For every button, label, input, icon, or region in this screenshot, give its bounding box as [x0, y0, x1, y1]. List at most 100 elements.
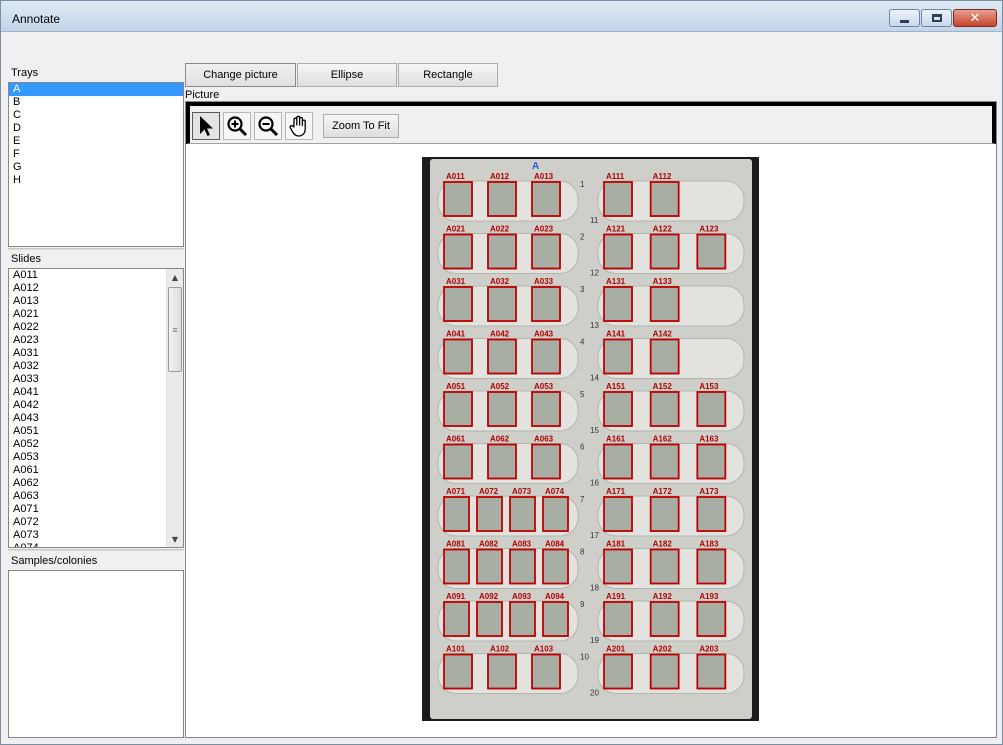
splitter[interactable]	[8, 248, 184, 250]
row-number-label: 13	[590, 321, 599, 330]
tray-item[interactable]: G	[9, 161, 183, 174]
annotation-label: A023	[534, 225, 554, 234]
slide-item[interactable]: A073	[9, 529, 183, 542]
scroll-thumb[interactable]: ≡	[168, 287, 182, 372]
annotation-label: A082	[479, 540, 499, 549]
annotation-label: A081	[446, 540, 466, 549]
slide-item[interactable]: A053	[9, 451, 183, 464]
slide-item[interactable]: A023	[9, 334, 183, 347]
slide	[650, 391, 679, 427]
splitter[interactable]	[8, 549, 184, 551]
slide	[543, 601, 568, 637]
annotation-label: A012	[490, 172, 510, 181]
slide	[510, 548, 535, 585]
annotation-label: A093	[512, 592, 532, 601]
annotation-label: A181	[606, 540, 626, 549]
rectangle-button[interactable]: Rectangle	[398, 63, 498, 87]
row-number-label: 9	[580, 600, 585, 609]
slide-item[interactable]: A072	[9, 516, 183, 529]
slide-item[interactable]: A043	[9, 412, 183, 425]
slide	[650, 181, 679, 217]
slide	[543, 548, 568, 585]
minimize-icon	[900, 19, 909, 23]
row-number-label: 16	[590, 479, 599, 488]
row-number-label: 4	[580, 338, 585, 347]
slide-item[interactable]: A042	[9, 399, 183, 412]
annotation-label: A091	[446, 592, 466, 601]
close-button[interactable]: ✕	[953, 9, 997, 27]
slides-label: Slides	[11, 253, 41, 265]
ellipse-button[interactable]: Ellipse	[297, 63, 397, 87]
slide	[532, 443, 560, 480]
slide-item[interactable]: A032	[9, 360, 183, 373]
window-title: Annotate	[12, 12, 61, 26]
zoom-in-tool[interactable]	[223, 112, 251, 140]
pointer-tool[interactable]	[192, 112, 220, 140]
row-number-label: 6	[580, 443, 585, 452]
annotation-label: A052	[490, 382, 510, 391]
scroll-down-arrow-icon[interactable]: ▼	[167, 531, 183, 547]
slide-item[interactable]: A041	[9, 386, 183, 399]
zoom-to-fit-button[interactable]: Zoom To Fit	[323, 114, 399, 138]
maximize-button[interactable]	[921, 9, 952, 27]
change-picture-button[interactable]: Change picture	[185, 63, 296, 87]
picture-toolbar: Zoom To Fit	[186, 102, 996, 144]
tray-item[interactable]: B	[9, 96, 183, 109]
annotation-label: A163	[699, 435, 719, 444]
slide	[697, 391, 726, 427]
slide	[697, 653, 726, 690]
pan-tool[interactable]	[285, 112, 313, 140]
slide-item[interactable]: A051	[9, 425, 183, 438]
slide-item[interactable]: A013	[9, 295, 183, 308]
annotation-label: A073	[512, 487, 532, 496]
annotation-label: A101	[446, 645, 466, 654]
slide	[604, 601, 632, 637]
slide-item[interactable]: A012	[9, 282, 183, 295]
slide	[604, 233, 632, 270]
slides-scrollbar[interactable]: ▲ ≡ ▼	[166, 269, 183, 547]
slide	[650, 338, 679, 375]
slide-item[interactable]: A061	[9, 464, 183, 477]
tray-item[interactable]: D	[9, 122, 183, 135]
row-number-label: 1	[580, 180, 585, 189]
slides-list[interactable]: A011 A012 A013 A021 A022 A023 A031 A032 A033 A041…	[8, 268, 184, 548]
slide-item[interactable]: A062	[9, 477, 183, 490]
tray-item[interactable]: E	[9, 135, 183, 148]
slide-item[interactable]: A071	[9, 503, 183, 516]
zoom-in-icon	[227, 116, 248, 137]
annotation-label: A061	[446, 435, 466, 444]
slide-item[interactable]: A074	[9, 542, 183, 547]
tray-item[interactable]: A	[9, 83, 183, 96]
trays-label: Trays	[11, 67, 39, 79]
tray-photo[interactable]: 1 11 A011 A012 A013 A111 A112 2 12 A021 A022 A023 A1…	[422, 157, 759, 721]
annotation-label: A033	[534, 277, 554, 286]
slide-item[interactable]: A021	[9, 308, 183, 321]
row-number-label: 18	[590, 584, 599, 593]
trays-list[interactable]: ABCDEFGH	[8, 82, 184, 247]
samples-list[interactable]	[8, 570, 184, 738]
slide	[488, 338, 516, 375]
slide	[604, 443, 632, 480]
zoom-out-tool[interactable]	[254, 112, 282, 140]
slide	[444, 286, 472, 322]
annotation-label: A171	[606, 487, 626, 496]
slide	[444, 233, 472, 270]
scroll-up-arrow-icon[interactable]: ▲	[167, 269, 183, 285]
slide-item[interactable]: A033	[9, 373, 183, 386]
slide-item[interactable]: A063	[9, 490, 183, 503]
tray-item[interactable]: C	[9, 109, 183, 122]
picture-label: Picture	[185, 89, 220, 101]
slide-item[interactable]: A011	[9, 269, 183, 282]
annotation-label: A103	[534, 645, 554, 654]
minimize-button[interactable]	[889, 9, 920, 27]
annotation-label: A121	[606, 225, 626, 234]
slide-item[interactable]: A022	[9, 321, 183, 334]
tray-item[interactable]: F	[9, 148, 183, 161]
row-number-label: 10	[580, 653, 589, 662]
slide	[444, 391, 472, 427]
slide	[510, 496, 535, 532]
tray-item[interactable]: H	[9, 174, 183, 187]
slide-item[interactable]: A052	[9, 438, 183, 451]
slide-item[interactable]: A031	[9, 347, 183, 360]
slide	[488, 653, 516, 690]
